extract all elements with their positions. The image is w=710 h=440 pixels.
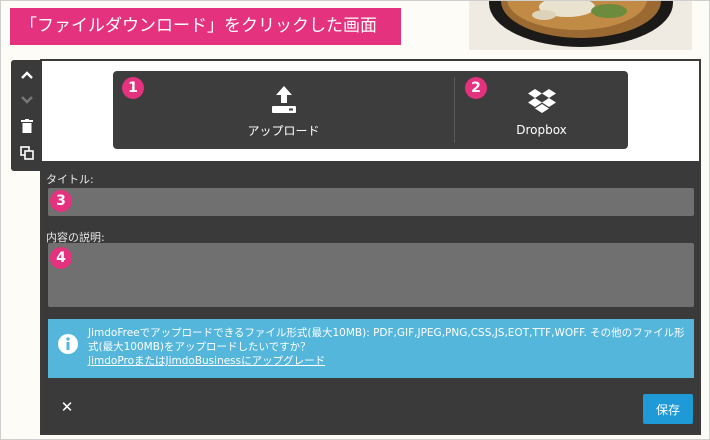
dropbox-label: Dropbox <box>516 123 567 137</box>
step-badge-4: 4 <box>50 247 72 269</box>
duplicate-button[interactable] <box>17 143 37 163</box>
move-down-button[interactable] <box>17 90 37 110</box>
title-input[interactable] <box>48 188 694 216</box>
close-icon: ✕ <box>60 398 74 416</box>
upload-icon <box>271 85 296 113</box>
dropbox-icon <box>527 89 556 113</box>
info-message: JimdoFreeでアップロードできるファイル形式(最大10MB): PDF,G… <box>88 327 685 353</box>
description-textarea[interactable] <box>48 243 694 307</box>
step-badge-2: 2 <box>465 77 487 99</box>
step-badge-1: 1 <box>122 77 144 99</box>
step-badge-3: 3 <box>50 190 72 212</box>
food-photo <box>469 1 692 50</box>
close-button[interactable]: ✕ <box>58 397 76 417</box>
move-up-button[interactable] <box>17 65 37 85</box>
upgrade-link[interactable]: JimdoProまたはJimdoBusinessにアップグレード <box>88 355 325 367</box>
duplicate-icon <box>20 146 34 160</box>
info-box: JimdoFreeでアップロードできるファイル形式(最大10MB): PDF,G… <box>48 319 694 378</box>
chevron-up-icon <box>21 71 33 79</box>
side-toolbar <box>11 60 42 171</box>
caption-banner: 「ファイルダウンロード」をクリックした画面 <box>10 8 401 45</box>
title-label: タイトル: <box>46 173 94 186</box>
trash-icon <box>21 119 33 133</box>
save-button[interactable]: 保存 <box>643 394 693 424</box>
upload-option[interactable]: アップロード <box>113 71 454 149</box>
upload-label: アップロード <box>247 123 320 138</box>
info-icon <box>58 334 78 354</box>
delete-button[interactable] <box>17 116 37 136</box>
upload-source-bar: アップロード Dropbox <box>113 71 628 149</box>
chevron-down-icon <box>21 96 33 104</box>
